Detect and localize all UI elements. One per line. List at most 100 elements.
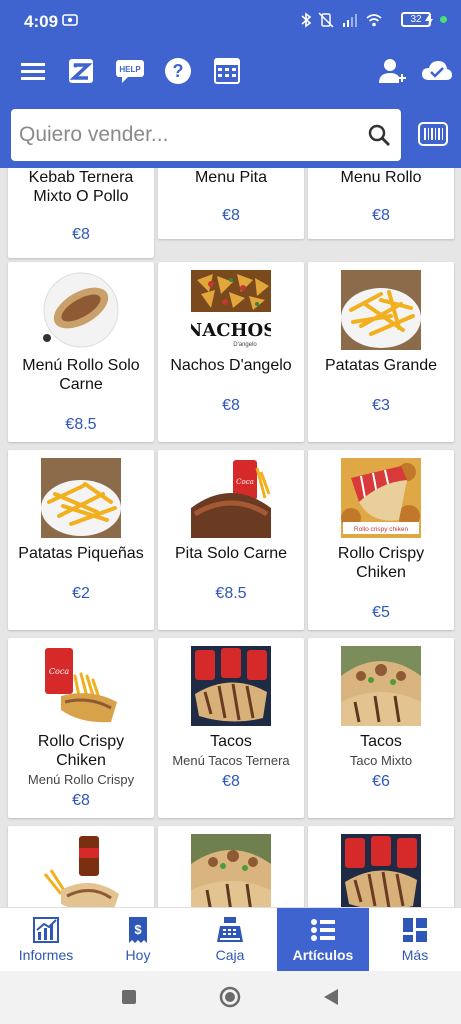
status-bar: 4:09 32 xyxy=(0,0,461,40)
product-price: €8.5 xyxy=(65,416,97,433)
product-name: Menú Rollo Solo Carne xyxy=(22,357,140,393)
notification-icon xyxy=(62,14,78,26)
nav-hoy[interactable]: $ Hoy xyxy=(92,908,184,971)
back-icon[interactable] xyxy=(322,988,340,1006)
product-card[interactable]: NACHOS D'angelo Nachos D'angelo €8 xyxy=(158,262,304,442)
add-user-icon[interactable] xyxy=(377,56,407,86)
product-subtitle: Menú Rollo Crispy xyxy=(27,772,135,787)
product-card[interactable]: Tacos Menú Tacos Ternera €8 xyxy=(158,638,304,818)
search-icon[interactable] xyxy=(367,123,391,147)
charging-icon xyxy=(425,13,433,27)
tacos-cola-2-image xyxy=(341,834,421,908)
product-name: Tacos xyxy=(210,733,252,750)
nav-label: Hoy xyxy=(125,947,151,963)
barcode-icon[interactable] xyxy=(418,121,448,149)
product-card[interactable]: Kebab Ternera Mixto O Pollo €8 xyxy=(8,168,154,258)
menu-icon[interactable] xyxy=(18,56,48,86)
nav-articulos[interactable]: Artículos xyxy=(277,908,369,971)
pita-cola-image: Coca xyxy=(191,458,271,538)
svg-text:Coca: Coca xyxy=(236,478,254,486)
nav-label: Informes xyxy=(18,947,74,963)
nav-label: Caja xyxy=(215,947,245,963)
product-card[interactable]: Menu Pita €8 xyxy=(158,168,304,239)
nachos-image: NACHOSD'angelo xyxy=(191,270,271,350)
svg-text:Coca: Coca xyxy=(49,667,69,676)
svg-text:?: ? xyxy=(173,61,184,81)
svg-text:$: $ xyxy=(134,922,142,937)
product-name: Kebab Ternera Mixto O Pollo xyxy=(28,169,134,205)
search-input[interactable] xyxy=(19,119,359,151)
wrap-cola-image xyxy=(41,834,121,908)
bottom-navigation: Informes $ Hoy Caja Artículos Más xyxy=(0,907,461,971)
vibrate-off-icon xyxy=(318,12,334,28)
charging-dot xyxy=(440,16,447,23)
nachos-logo-sub: D'angelo xyxy=(233,342,257,348)
product-card[interactable]: Coca Rollo Crispy Chiken Menú Rollo Cris… xyxy=(8,638,154,818)
product-name: Rollo Crispy Chiken xyxy=(37,733,125,769)
nav-mas[interactable]: Más xyxy=(369,908,461,971)
product-name: Pita Solo Carne xyxy=(174,545,288,562)
product-price: €8 xyxy=(222,397,240,414)
tacos-image xyxy=(341,646,421,726)
home-icon[interactable] xyxy=(219,986,241,1008)
product-card[interactable] xyxy=(308,826,454,908)
product-card[interactable]: Menu Rollo €8 xyxy=(308,168,454,239)
product-name: Tacos xyxy=(360,733,402,750)
product-name: Nachos D'angelo xyxy=(170,357,292,374)
question-icon[interactable]: ? xyxy=(163,56,193,86)
product-price: €2 xyxy=(72,585,90,602)
product-card[interactable]: Patatas Piqueñas €2 xyxy=(8,450,154,630)
system-navigation-bar xyxy=(0,971,461,1024)
product-price: €8 xyxy=(222,773,240,790)
status-time: 4:09 xyxy=(24,12,59,31)
product-price: €8 xyxy=(372,207,390,224)
fries-image xyxy=(341,270,421,350)
crispy-cola-image: Coca xyxy=(41,646,121,726)
crispy-wrap-image: Rollo crispy chiken xyxy=(341,458,421,538)
product-card[interactable] xyxy=(8,826,154,908)
tacos-cola-image xyxy=(191,646,271,726)
nachos-logo-text: NACHOS xyxy=(191,320,271,341)
nav-caja[interactable]: Caja xyxy=(184,908,276,971)
calendar-grid-icon[interactable] xyxy=(212,56,242,86)
product-name: Patatas Piqueñas xyxy=(18,545,144,562)
wifi-icon xyxy=(366,14,382,27)
top-toolbar: HELP ? xyxy=(0,40,461,168)
product-price: €8 xyxy=(222,207,240,224)
product-card[interactable]: Tacos Taco Mixto €6 xyxy=(308,638,454,818)
product-price: €3 xyxy=(372,397,390,414)
items-list-icon xyxy=(311,919,335,941)
product-price: €8 xyxy=(72,226,90,243)
product-grid: Kebab Ternera Mixto O Pollo €8 Menu Pita… xyxy=(0,168,461,908)
product-name: Patatas Grande xyxy=(324,357,438,374)
product-card[interactable]: Coca Pita Solo Carne €8.5 xyxy=(158,450,304,630)
signal-icon xyxy=(343,14,357,27)
product-card[interactable]: Menú Rollo Solo Carne €8.5 xyxy=(8,262,154,442)
nav-label: Más xyxy=(401,947,429,963)
wrap-plate-image xyxy=(41,270,121,350)
product-name: Rollo Crispy Chiken xyxy=(337,545,425,581)
cloud-check-icon[interactable] xyxy=(421,56,453,86)
nav-label: Artículos xyxy=(292,947,354,963)
product-card[interactable] xyxy=(158,826,304,908)
grid-icon xyxy=(403,918,427,942)
help-chat-icon[interactable]: HELP xyxy=(114,56,146,86)
product-card[interactable]: Patatas Grande €3 xyxy=(308,262,454,442)
product-price: €8 xyxy=(72,792,90,809)
product-subtitle: Taco Mixto xyxy=(349,753,413,768)
product-name: Menu Pita xyxy=(194,169,268,186)
svg-text:HELP: HELP xyxy=(119,65,141,74)
product-price: €5 xyxy=(372,604,390,621)
cash-register-icon xyxy=(217,917,243,942)
fries-small-image xyxy=(41,458,121,538)
bluetooth-icon xyxy=(301,12,312,28)
app-logo-icon[interactable] xyxy=(66,56,96,86)
tacos-2-image xyxy=(191,834,271,908)
recents-icon[interactable] xyxy=(121,989,137,1005)
product-card[interactable]: Rollo crispy chiken Rollo Crispy Chiken … xyxy=(308,450,454,630)
receipt-icon: $ xyxy=(129,917,147,943)
product-price: €8.5 xyxy=(215,585,247,602)
product-name: Menu Rollo xyxy=(340,169,422,186)
nav-informes[interactable]: Informes xyxy=(0,908,92,971)
chart-icon xyxy=(33,917,59,943)
